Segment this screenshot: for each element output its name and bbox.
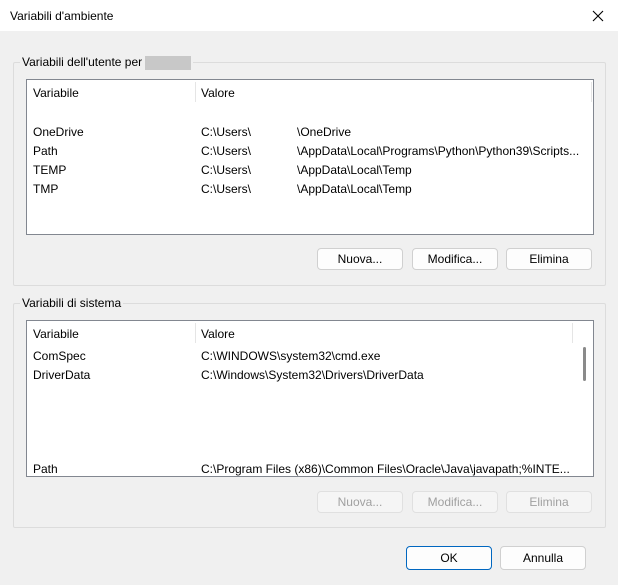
variable-name: OneDrive (33, 125, 84, 139)
scrollbar-thumb[interactable] (583, 347, 586, 381)
system-variables-label: Variabili di sistema (20, 296, 124, 310)
column-header-variable[interactable]: Variabile (33, 86, 79, 100)
column-separator (572, 323, 573, 343)
column-header-value[interactable]: Valore (201, 86, 235, 100)
list-item[interactable]: TEMP C:\Users\ \AppData\Local\Temp (27, 161, 593, 180)
user-variables-list[interactable]: Variabile Valore OneDrive C:\Users\ \One… (26, 79, 594, 235)
variable-name: Path (33, 144, 58, 158)
system-new-button[interactable]: Nuova... (317, 491, 403, 513)
system-variables-list[interactable]: Variabile Valore ComSpec C:\WINDOWS\syst… (26, 320, 594, 477)
column-header-variable[interactable]: Variabile (33, 327, 79, 341)
variable-name: ComSpec (33, 349, 86, 363)
variable-value: C:\Users\ (201, 125, 252, 139)
system-delete-button[interactable]: Elimina (506, 491, 592, 513)
variable-value: C:\Program Files (x86)\Common Files\Orac… (201, 462, 570, 476)
user-edit-button[interactable]: Modifica... (412, 248, 498, 270)
list-item[interactable]: OneDrive C:\Users\ \OneDrive (27, 123, 593, 142)
variable-name: TMP (33, 182, 59, 196)
system-edit-button[interactable]: Modifica... (412, 491, 498, 513)
list-item[interactable]: TMP C:\Users\ \AppData\Local\Temp (27, 180, 593, 199)
list-item[interactable]: DriverData C:\Windows\System32\Drivers\D… (27, 366, 593, 385)
list-header: Variabile Valore (27, 80, 593, 104)
redacted-username (145, 55, 192, 70)
window-title: Variabili d'ambiente (10, 9, 114, 23)
variable-value-suffix: \AppData\Local\Programs\Python\Python39\… (297, 144, 580, 158)
variable-name: Path (33, 462, 58, 476)
user-new-button[interactable]: Nuova... (317, 248, 403, 270)
list-item[interactable]: Path C:\Users\ \AppData\Local\Programs\P… (27, 142, 593, 161)
variable-name: DriverData (33, 368, 91, 382)
title-bar: Variabili d'ambiente (0, 0, 618, 31)
close-icon (592, 10, 604, 21)
variable-value-suffix: \OneDrive (297, 125, 352, 139)
cancel-button[interactable]: Annulla (500, 546, 586, 570)
ok-button[interactable]: OK (406, 546, 492, 570)
variable-name: TEMP (33, 163, 67, 177)
list-item[interactable]: Path C:\Program Files (x86)\Common Files… (27, 460, 593, 479)
user-delete-button[interactable]: Elimina (506, 248, 592, 270)
close-button[interactable] (578, 0, 618, 31)
variable-value: C:\Users\ (201, 144, 252, 158)
column-header-value[interactable]: Valore (201, 327, 235, 341)
variable-value-suffix: \AppData\Local\Temp (297, 163, 412, 177)
variable-value: C:\Windows\System32\Drivers\DriverData (201, 368, 424, 382)
variable-value: C:\Users\ (201, 182, 252, 196)
variable-value: C:\WINDOWS\system32\cmd.exe (201, 349, 381, 363)
user-variables-label: Variabili dell'utente per (20, 55, 194, 70)
variable-value-suffix: \AppData\Local\Temp (297, 182, 412, 196)
column-separator (195, 323, 196, 343)
variable-value: C:\Users\ (201, 163, 252, 177)
list-item[interactable]: ComSpec C:\WINDOWS\system32\cmd.exe (27, 347, 593, 366)
list-header: Variabile Valore (27, 321, 593, 345)
vertical-scrollbar[interactable] (574, 321, 593, 476)
column-separator (195, 82, 196, 102)
column-separator (591, 82, 592, 102)
